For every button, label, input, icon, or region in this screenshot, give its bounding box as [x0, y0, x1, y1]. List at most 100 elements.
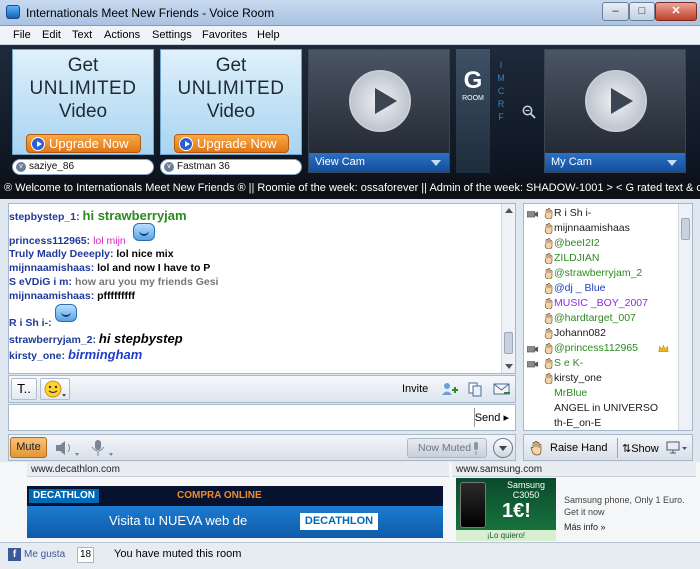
text-format-button[interactable]: T.. [11, 378, 37, 400]
chat-nick[interactable]: S eVDiG i m: [9, 276, 72, 288]
chat-log[interactable]: stepbystep_1: hi strawberryjam princess1… [8, 203, 516, 374]
menu-actions[interactable]: Actions [104, 29, 140, 41]
menu-favorites[interactable]: Favorites [202, 29, 247, 41]
decathlon-compra: COMPRA ONLINE [177, 490, 262, 501]
facebook-like-count: 18 [77, 547, 94, 563]
user-name: mijnnaamishaas [554, 222, 630, 234]
menu-text[interactable]: Text [72, 29, 92, 41]
user-name: MrBlue [554, 387, 588, 399]
maximize-button[interactable]: □ [629, 2, 655, 21]
chat-nick[interactable]: mijnnaamishaas: [9, 262, 94, 274]
my-cam-dropdown[interactable]: My Cam [545, 153, 685, 172]
chevron-down-icon[interactable]: v [16, 162, 26, 172]
scroll-up-icon[interactable] [505, 208, 513, 213]
upgrade-now-button[interactable]: Upgrade Now [26, 134, 141, 153]
view-cam-dropdown[interactable]: View Cam [309, 153, 449, 172]
menu-edit[interactable]: Edit [42, 29, 61, 41]
emoticon-icon [133, 223, 155, 241]
samsung-price: 1€! [502, 500, 531, 522]
cam-user-field[interactable]: v saziye_86 [12, 159, 154, 175]
decathlon-url[interactable]: www.decathlon.com [27, 462, 449, 477]
chat-nick[interactable]: Truly Madly Deeeply: [9, 248, 113, 260]
display-icon[interactable] [666, 440, 688, 456]
chat-nick[interactable]: R i Sh i-: [9, 317, 52, 329]
close-button[interactable]: ✕ [655, 2, 697, 21]
play-icon[interactable] [349, 70, 411, 132]
upgrade-line3: Video [58, 101, 108, 122]
menu-file[interactable]: File [13, 29, 31, 41]
cam-user-field[interactable]: v Fastman 36 [160, 159, 302, 175]
samsung-cta[interactable]: ¡Lo quiero! [456, 530, 556, 541]
cam-user-name: Fastman 36 [177, 161, 230, 172]
hand-icon [544, 358, 553, 369]
add-user-icon[interactable] [441, 381, 459, 397]
chat-scrollbar[interactable] [501, 204, 515, 373]
user-list[interactable]: R i Sh i-mijnnaamishaas @beeI2I2 ZILDJIAN @… [523, 203, 693, 431]
vertical-letter: F [498, 112, 504, 122]
upgrade-ad-1[interactable]: Get UNLIMITED Video Upgrade Now [12, 49, 154, 155]
send-button[interactable]: Send ▸ [475, 411, 509, 424]
emoticon-button[interactable] [40, 378, 70, 400]
hand-icon [530, 440, 542, 456]
my-cam-panel[interactable]: My Cam [544, 49, 686, 173]
scroll-down-icon[interactable] [505, 364, 513, 369]
room-rating-badge: G ROOM [456, 49, 490, 173]
decathlon-logo: DECATHLON [300, 513, 378, 530]
upgrade-now-button[interactable]: Upgrade Now [174, 134, 289, 153]
mute-button[interactable]: Mute [10, 437, 47, 458]
facebook-like-button[interactable]: Me gusta [8, 547, 65, 563]
scroll-thumb[interactable] [681, 218, 690, 240]
show-label: Show [631, 443, 659, 455]
message-input[interactable]: Send ▸ [8, 404, 516, 431]
menu-help[interactable]: Help [257, 29, 280, 41]
samsung-banner[interactable]: Samsung C3050 1€! ¡Lo quiero! [456, 478, 556, 541]
chat-nick[interactable]: mijnnaamishaas: [9, 290, 94, 302]
copy-icon[interactable] [467, 381, 483, 397]
vertical-letter: C [497, 86, 505, 96]
user-list-scrollbar[interactable] [678, 204, 692, 430]
emoticon-icon [55, 304, 77, 322]
chat-text: hi strawberryjam [82, 208, 187, 223]
minimize-button[interactable]: ‒ [602, 2, 629, 21]
show-button[interactable]: ⇅Show [622, 442, 659, 455]
scroll-thumb[interactable] [504, 332, 513, 354]
now-muted-button[interactable]: Now Muted [407, 438, 487, 458]
microphone-icon[interactable] [89, 439, 115, 457]
samsung-more-link[interactable]: Más info » [564, 522, 606, 532]
divider [617, 438, 618, 458]
email-icon[interactable] [493, 381, 511, 397]
invite-label[interactable]: Invite [402, 383, 428, 395]
user-name: MUSIC _BOY_2007 [554, 297, 648, 309]
chat-nick[interactable]: princess112965: [9, 235, 90, 247]
upgrade-line2: UNLIMITED [29, 78, 137, 99]
cam-slot-1: Get UNLIMITED Video Upgrade Now v saziye… [12, 49, 154, 175]
upgrade-ad-2[interactable]: Get UNLIMITED Video Upgrade Now [160, 49, 302, 155]
microphone-icon [474, 442, 478, 455]
upgrade-button-label: Upgrade Now [49, 136, 129, 151]
user-name: @princess112965 [554, 342, 639, 354]
chevron-down-icon[interactable]: v [164, 162, 174, 172]
samsung-url[interactable]: www.samsung.com [452, 462, 696, 477]
user-name: @strawberryjam_2 [554, 267, 643, 279]
cam-slot-2: Get UNLIMITED Video Upgrade Now v Fastma… [160, 49, 302, 175]
raise-hand-button[interactable]: Raise Hand [550, 442, 607, 454]
zoom-out-icon[interactable] [522, 105, 536, 119]
decathlon-banner[interactable]: DECATHLON COMPRA ONLINE Visita tu NUEVA … [27, 486, 443, 538]
upgrade-line1: Get [67, 55, 99, 76]
play-icon[interactable] [585, 70, 647, 132]
chat-line: strawberryjam_2: hi stepbystep [9, 331, 183, 346]
menu-settings[interactable]: Settings [152, 29, 192, 41]
chat-line: mijnnaamishaas: lol and now I have to P [9, 262, 210, 274]
cam-icon [527, 211, 538, 218]
chat-nick[interactable]: kirsty_one: [9, 350, 65, 362]
raise-hand-bar: Raise Hand ⇅Show [523, 434, 693, 461]
chat-text: how aru you my friends Gesi [74, 276, 219, 288]
view-cam-panel[interactable]: View Cam [308, 49, 450, 173]
audio-menu-button[interactable] [493, 438, 513, 458]
hand-icon [544, 253, 553, 264]
play-icon [179, 137, 193, 151]
cam-icon [527, 361, 538, 368]
speaker-icon[interactable] [54, 439, 80, 457]
chat-nick[interactable]: strawberryjam_2: [9, 334, 96, 346]
chat-nick[interactable]: stepbystep_1: [9, 211, 80, 223]
